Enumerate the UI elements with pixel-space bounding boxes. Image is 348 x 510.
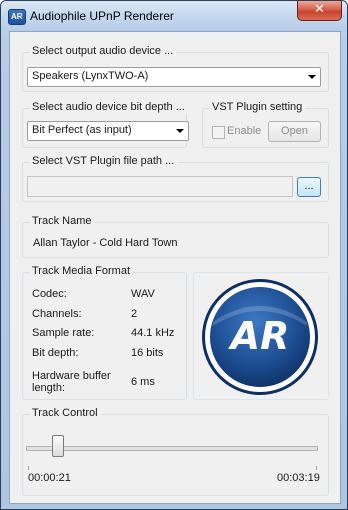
seek-slider-thumb[interactable] <box>52 435 64 457</box>
bit-depth-select[interactable]: Bit Perfect (as input) <box>27 121 189 141</box>
client-area: Select output audio device ... Speakers … <box>9 31 341 504</box>
track-name-value: Allan Taylor - Cold Hard Town <box>33 237 178 249</box>
vst-path-label: Select VST Plugin file path ... <box>29 155 178 167</box>
buffer-length-value: 6 ms <box>131 376 155 388</box>
sample-rate-label: Sample rate: <box>32 327 95 339</box>
output-device-select[interactable]: Speakers (LynxTWO-A) <box>27 67 321 87</box>
seek-slider-track[interactable] <box>26 446 318 451</box>
vst-setting-label: VST Plugin setting <box>209 101 306 113</box>
bit-depth-value: Bit Perfect (as input) <box>32 124 132 136</box>
app-icon[interactable]: AR <box>8 9 26 25</box>
output-device-value: Speakers (LynxTWO-A) <box>32 70 149 82</box>
buffer-length-label: Hardware buffer length: <box>32 370 111 394</box>
channels-value: 2 <box>131 308 138 320</box>
codec-label: Codec: <box>32 288 67 300</box>
vst-open-button[interactable]: Open <box>268 121 321 142</box>
channels-label: Channels: <box>32 308 82 320</box>
logo-text: AR <box>228 314 290 358</box>
ar-logo-icon: AR <box>202 279 318 395</box>
chevron-down-icon <box>176 129 184 133</box>
codec-value: WAV <box>131 288 155 300</box>
chevron-down-icon <box>308 75 316 79</box>
vst-enable-checkbox[interactable] <box>212 126 225 139</box>
bit-depth-label: Select audio device bit depth ... <box>29 101 188 113</box>
close-button[interactable]: ✕ <box>297 1 342 21</box>
browse-button[interactable]: ... <box>297 177 321 197</box>
window-title: Audiophile UPnP Renderer <box>30 9 174 23</box>
elapsed-time: 00:00:21 <box>28 472 71 484</box>
total-time: 00:03:19 <box>277 472 320 484</box>
slider-ticks <box>28 466 317 470</box>
media-format-label: Track Media Format <box>29 265 134 277</box>
vst-path-field[interactable] <box>27 176 293 197</box>
sample-rate-value: 44.1 kHz <box>131 327 175 339</box>
vst-enable-label: Enable <box>227 125 262 137</box>
bit-depth-info-value: 16 bits <box>131 347 164 359</box>
track-name-label: Track Name <box>29 215 95 227</box>
app-icon-text: AR <box>11 12 23 21</box>
title-bar[interactable]: AR Audiophile UPnP Renderer ✕ <box>1 1 347 31</box>
app-window: AR Audiophile UPnP Renderer ✕ Select out… <box>0 0 348 510</box>
close-icon: ✕ <box>314 2 325 17</box>
track-control-label: Track Control <box>29 407 101 419</box>
bit-depth-info-label: Bit depth: <box>32 347 79 359</box>
output-device-label: Select output audio device ... <box>29 45 177 57</box>
